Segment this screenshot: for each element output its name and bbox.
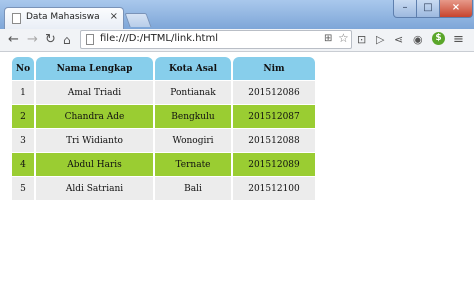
forward-arrow-icon[interactable]: → [27, 31, 38, 49]
minimize-button[interactable]: – [393, 0, 417, 18]
cell-no: 1 [12, 81, 34, 104]
table-row: 5 Aldi Satriani Bali 201512100 [12, 177, 315, 200]
cell-nim: 201512088 [233, 129, 315, 152]
cell-no: 5 [12, 177, 34, 200]
browser-titlebar: Data Mahasiswa × – □ × [0, 0, 474, 30]
new-tab-button[interactable] [124, 13, 152, 27]
cell-nama: Amal Triadi [36, 81, 153, 104]
student-table: No Nama Lengkap Kota Asal Nim 1 Amal Tri… [10, 56, 317, 201]
cell-no: 3 [12, 129, 34, 152]
download-icon[interactable]: ⊡ [357, 32, 366, 47]
cell-nim: 201512089 [233, 153, 315, 176]
cell-nim: 201512086 [233, 81, 315, 104]
close-window-button[interactable]: × [439, 0, 473, 18]
cell-no: 4 [12, 153, 34, 176]
share-icon[interactable]: ⋖ [394, 32, 403, 47]
table-row: 2 Chandra Ade Bengkulu 201512087 [12, 105, 315, 128]
header-no: No [12, 57, 34, 80]
tab-close-icon[interactable]: × [110, 11, 118, 22]
address-url[interactable]: file:///D:/HTML/link.html [100, 33, 218, 44]
bookmark-star-icon[interactable]: ☆ [338, 31, 349, 45]
table-row: 4 Abdul Haris Ternate 201512089 [12, 153, 315, 176]
home-icon[interactable]: ⌂ [63, 31, 71, 49]
back-arrow-icon[interactable]: ← [8, 31, 19, 49]
page-viewport: No Nama Lengkap Kota Asal Nim 1 Amal Tri… [0, 52, 474, 292]
page-favicon-icon [12, 13, 21, 24]
browser-tab[interactable]: Data Mahasiswa × [4, 7, 124, 29]
table-header-row: No Nama Lengkap Kota Asal Nim [12, 57, 315, 80]
table-row: 3 Tri Widianto Wonogiri 201512088 [12, 129, 315, 152]
menu-icon[interactable]: ≡ [453, 32, 464, 47]
tab-title: Data Mahasiswa [26, 12, 100, 22]
cell-nim: 201512087 [233, 105, 315, 128]
cell-nim: 201512100 [233, 177, 315, 200]
cast-icon[interactable]: ▷ [376, 32, 384, 47]
cell-nama: Chandra Ade [36, 105, 153, 128]
cell-nama: Abdul Haris [36, 153, 153, 176]
cell-no: 2 [12, 105, 34, 128]
header-nama-lengkap: Nama Lengkap [36, 57, 153, 80]
dollar-extension-icon[interactable]: $ [432, 32, 445, 45]
cell-kota: Wonogiri [155, 129, 231, 152]
cell-nama: Aldi Satriani [36, 177, 153, 200]
header-kota-asal: Kota Asal [155, 57, 231, 80]
cell-kota: Pontianak [155, 81, 231, 104]
address-bar[interactable]: file:///D:/HTML/link.html ⊞ ☆ [80, 30, 352, 49]
reload-icon[interactable]: ↻ [45, 31, 56, 49]
cell-kota: Bali [155, 177, 231, 200]
maximize-button[interactable]: □ [416, 0, 440, 18]
cell-kota: Bengkulu [155, 105, 231, 128]
cell-nama: Tri Widianto [36, 129, 153, 152]
table-row: 1 Amal Triadi Pontianak 201512086 [12, 81, 315, 104]
browser-toolbar: ← → ↻ ⌂ file:///D:/HTML/link.html ⊞ ☆ ⊡ … [0, 29, 474, 52]
page-icon [86, 34, 94, 45]
cell-kota: Ternate [155, 153, 231, 176]
header-nim: Nim [233, 57, 315, 80]
extension-icon[interactable]: ◉ [413, 32, 423, 47]
translate-icon[interactable]: ⊞ [324, 33, 332, 44]
